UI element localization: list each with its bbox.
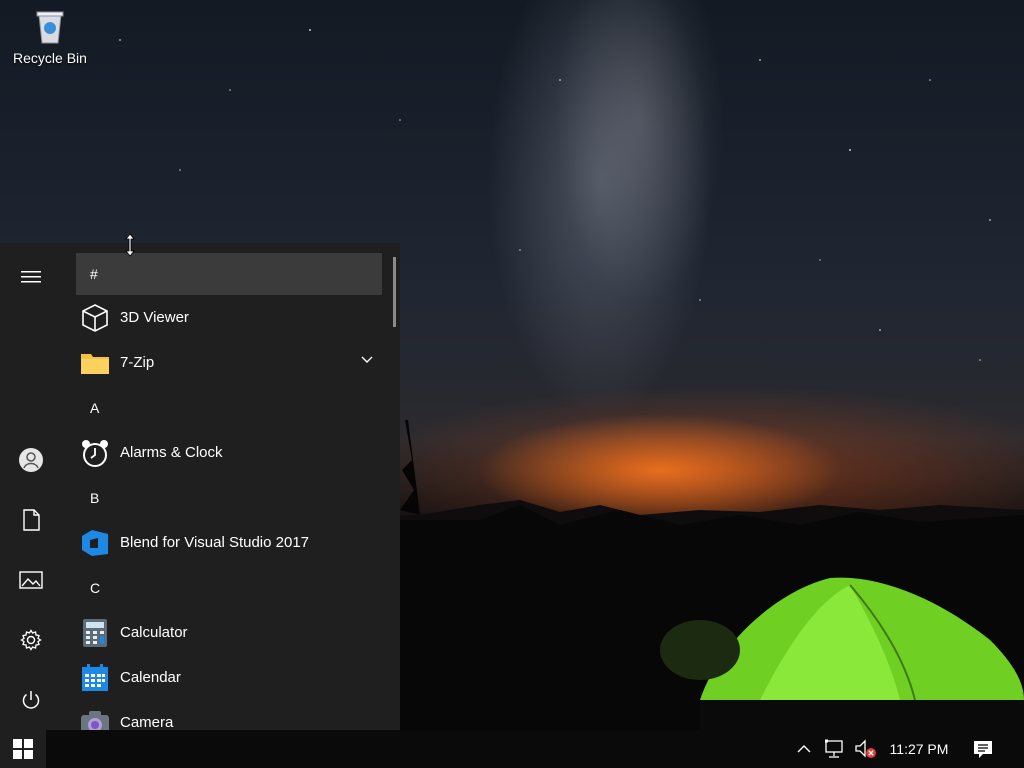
- app-label: Calendar: [120, 669, 181, 686]
- documents-button[interactable]: [0, 500, 62, 540]
- app-item-alarms-clock[interactable]: Alarms & Clock: [76, 430, 382, 475]
- blend-icon: [80, 528, 110, 558]
- start-menu-rail: [0, 243, 62, 730]
- taskbar-clock[interactable]: 11:27 PM: [882, 730, 956, 768]
- user-account-icon: [19, 448, 43, 472]
- user-account-button[interactable]: [0, 440, 62, 480]
- hamburger-menu-button[interactable]: [0, 257, 62, 297]
- folder-icon: [80, 348, 110, 378]
- app-label: 3D Viewer: [120, 309, 189, 326]
- chevron-up-icon: [797, 745, 811, 753]
- resize-cursor-icon: [125, 233, 135, 257]
- app-label: Calculator: [120, 624, 188, 641]
- desktop-icon-label: Recycle Bin: [13, 50, 87, 66]
- start-button[interactable]: [0, 730, 46, 768]
- app-item-calendar[interactable]: Calendar: [76, 655, 382, 700]
- calendar-icon: [80, 663, 110, 693]
- group-letter: A: [90, 399, 100, 416]
- volume-button[interactable]: [852, 730, 880, 768]
- group-header-a[interactable]: A: [76, 385, 382, 430]
- settings-button[interactable]: [0, 620, 62, 660]
- app-label: Camera: [120, 714, 174, 730]
- app-label: 7-Zip: [120, 354, 155, 371]
- app-label: Blend for Visual Studio 2017: [120, 534, 310, 551]
- windows-logo-icon: [13, 739, 33, 759]
- action-center-button[interactable]: [968, 730, 998, 768]
- chevron-down-icon[interactable]: [360, 354, 374, 364]
- action-center-icon: [974, 741, 992, 758]
- group-letter: C: [90, 579, 101, 596]
- hamburger-menu-icon: [21, 271, 41, 283]
- network-icon: [825, 739, 843, 758]
- app-item-7-zip[interactable]: 7-Zip: [76, 340, 382, 385]
- group-header-hash[interactable]: #: [76, 253, 382, 295]
- app-item-blend[interactable]: Blend for Visual Studio 2017: [76, 520, 382, 565]
- app-item-calculator[interactable]: Calculator: [76, 610, 382, 655]
- camera-icon: [80, 708, 110, 730]
- settings-gear-icon: [20, 629, 42, 651]
- app-list: # 3D Viewer 7-Zip A Alarms & Clock B Ble…: [76, 253, 382, 730]
- show-hidden-icons-button[interactable]: [792, 730, 816, 768]
- app-item-camera[interactable]: Camera: [76, 700, 382, 730]
- group-header-c[interactable]: C: [76, 565, 382, 610]
- power-button[interactable]: [0, 680, 62, 720]
- volume-muted-icon: [855, 739, 876, 758]
- taskbar: 11:27 PM: [0, 730, 1024, 768]
- pictures-button[interactable]: [0, 560, 62, 600]
- desktop-icon-recycle-bin[interactable]: Recycle Bin: [6, 6, 94, 66]
- power-icon: [22, 691, 40, 709]
- pictures-icon: [19, 571, 43, 589]
- network-button[interactable]: [820, 730, 850, 768]
- group-header-b[interactable]: B: [76, 475, 382, 520]
- app-list-scrollbar[interactable]: [393, 257, 396, 327]
- app-label: Alarms & Clock: [120, 444, 223, 461]
- app-item-3d-viewer[interactable]: 3D Viewer: [76, 295, 382, 340]
- cube-icon: [80, 303, 110, 333]
- recycle-bin-icon: [30, 6, 70, 46]
- documents-icon: [23, 509, 40, 531]
- calculator-icon: [80, 618, 110, 648]
- alarm-clock-icon: [80, 438, 110, 468]
- start-menu: # 3D Viewer 7-Zip A Alarms & Clock B Ble…: [0, 243, 400, 730]
- group-letter: #: [90, 266, 98, 282]
- group-letter: B: [90, 489, 100, 506]
